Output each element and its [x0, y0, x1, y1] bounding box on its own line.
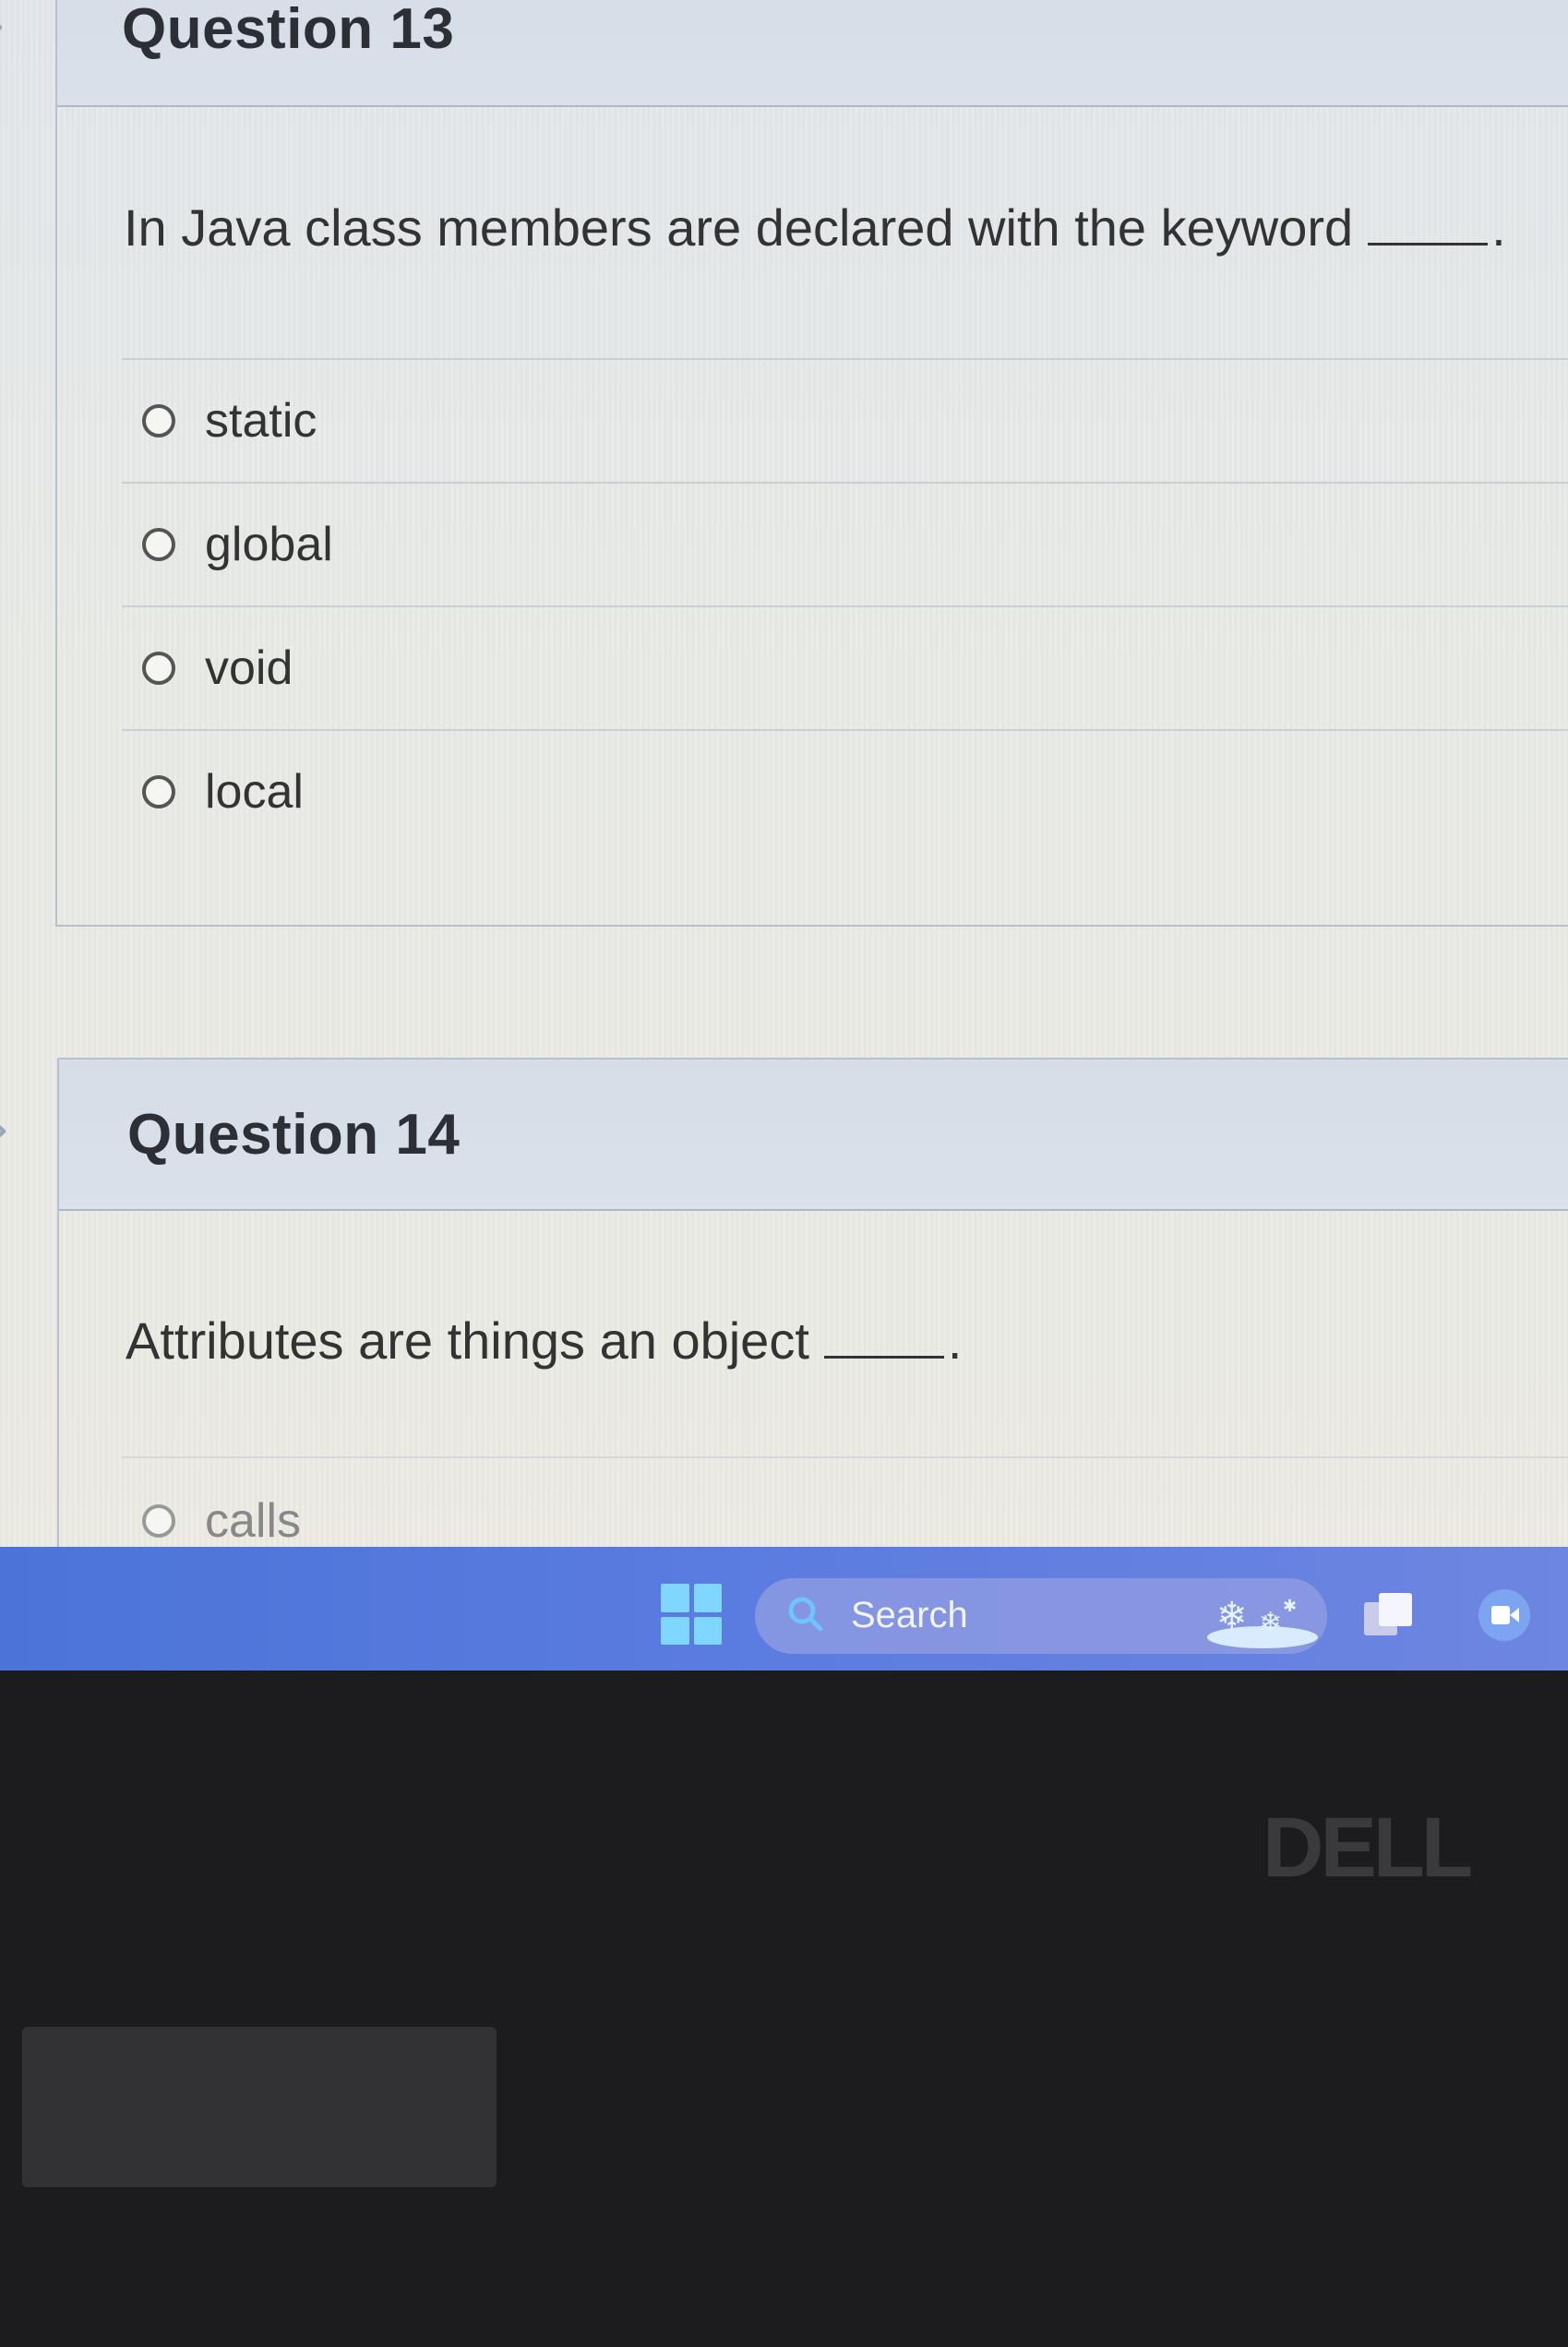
bezel-sticker: [22, 2027, 497, 2187]
svg-text:❄: ❄: [1259, 1607, 1282, 1639]
meet-video-icon[interactable]: [1473, 1589, 1538, 1641]
task-view-icon[interactable]: [1360, 1589, 1416, 1641]
question-13-prompt: In Java class members are declared with …: [124, 198, 1506, 257]
windows-start-icon[interactable]: [661, 1584, 722, 1645]
question-14-title: Question 14: [127, 1103, 461, 1167]
radio-button[interactable]: [142, 528, 175, 561]
dell-logo: DELL: [1263, 1804, 1475, 1887]
svg-text:✱: ✱: [1283, 1597, 1297, 1616]
svg-text:❄: ❄: [1216, 1595, 1248, 1637]
answer-blank: [823, 1319, 944, 1359]
flag-question-13-icon[interactable]: ›: [0, 0, 6, 54]
radio-button[interactable]: [142, 652, 175, 685]
option-label: local: [205, 765, 304, 819]
svg-text:DELL: DELL: [1263, 1804, 1471, 1887]
option-void[interactable]: void: [122, 605, 1568, 729]
search-label: Search: [851, 1595, 968, 1635]
browser-page: › Question 13 In Java class members are …: [0, 0, 1568, 1670]
question-13-header: Question 13: [57, 0, 1568, 107]
option-local[interactable]: local: [122, 729, 1568, 853]
option-label: global: [205, 518, 333, 571]
option-label: calls: [205, 1494, 302, 1548]
option-static[interactable]: static: [122, 358, 1568, 482]
option-label: static: [205, 394, 317, 448]
radio-button[interactable]: [142, 1504, 175, 1538]
option-label: void: [205, 641, 293, 695]
answer-blank: [1368, 206, 1489, 245]
windows-taskbar: Search ❄ ❄ ✱: [0, 1547, 1568, 1670]
question-14-prompt: Attributes are things an object.: [126, 1311, 962, 1371]
question-14-prompt-text: Attributes are things an object: [126, 1311, 809, 1370]
flag-question-14-icon[interactable]: ›: [0, 1100, 10, 1157]
prompt-period: .: [947, 1311, 963, 1370]
question-13-prompt-text: In Java class members are declared with …: [124, 198, 1354, 257]
search-icon: [788, 1597, 823, 1632]
radio-button[interactable]: [142, 775, 175, 808]
question-13-title: Question 13: [122, 0, 455, 61]
radio-button[interactable]: [142, 404, 175, 437]
prompt-period: .: [1491, 198, 1506, 257]
weather-snow-icon[interactable]: ❄ ❄ ✱: [1198, 1584, 1318, 1658]
question-14-header: Question 14: [59, 1060, 1568, 1211]
option-global[interactable]: global: [122, 482, 1568, 605]
